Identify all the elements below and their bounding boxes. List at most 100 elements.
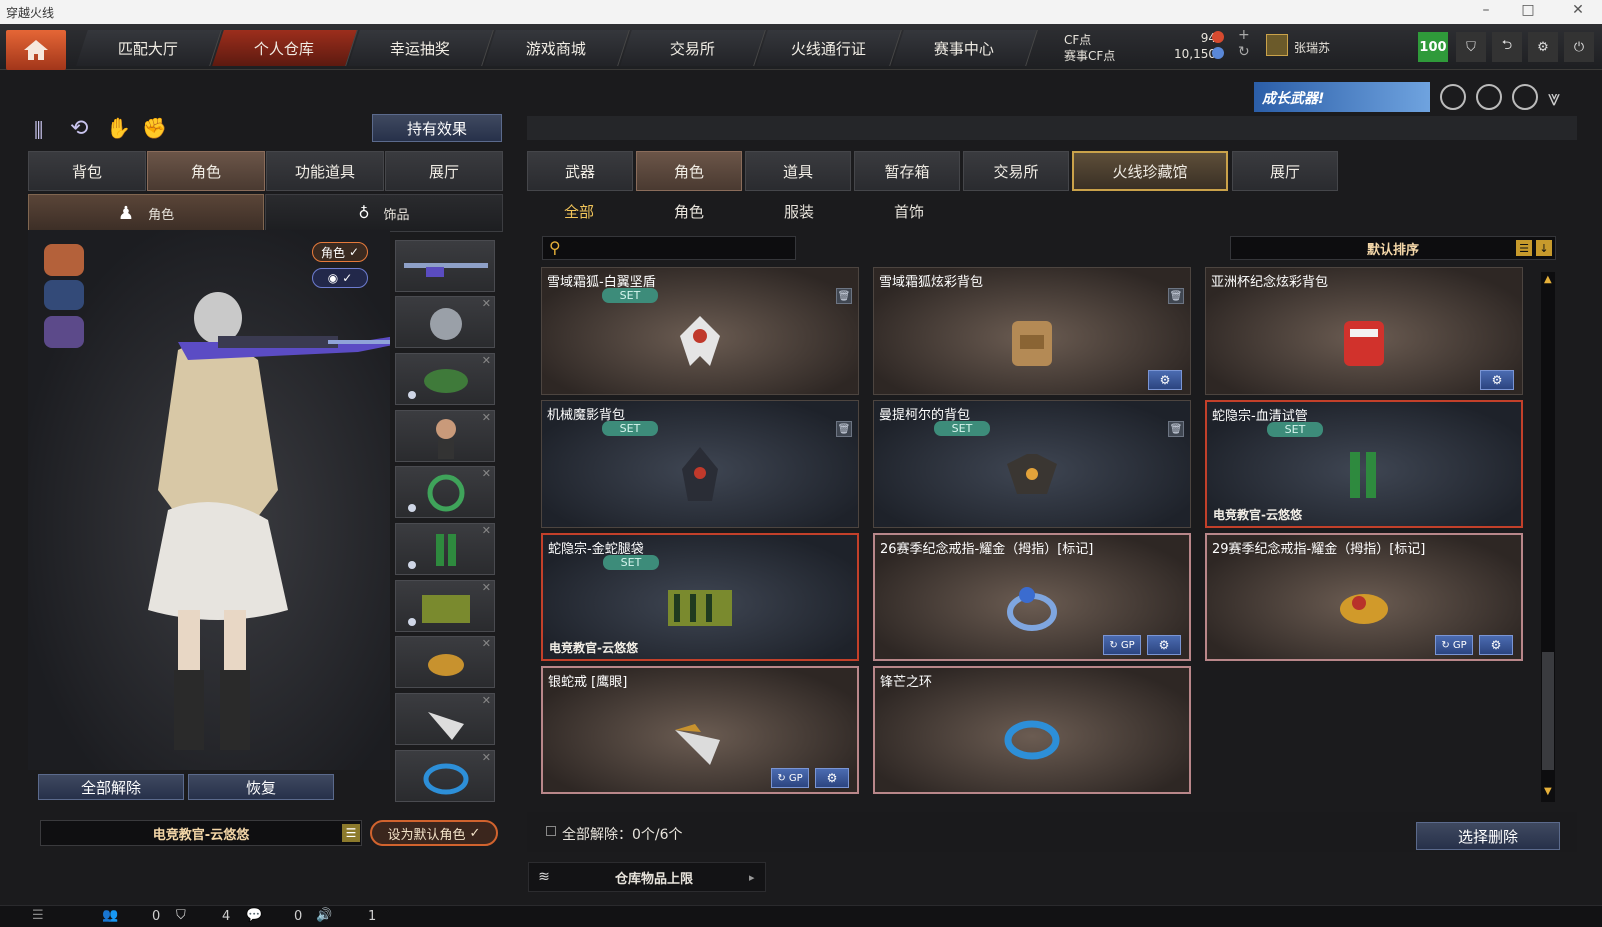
slot-emblem[interactable]: ✕ bbox=[395, 466, 495, 518]
select-delete-button[interactable]: 选择删除 bbox=[1416, 822, 1560, 850]
left-tab-backpack[interactable]: 背包 bbox=[28, 151, 146, 191]
item-card[interactable]: 雪域霜狐-白翼坚盾 SET 🗑 bbox=[541, 267, 859, 395]
settings-gear-icon[interactable]: ⚙ bbox=[1528, 32, 1558, 62]
gp-refresh-icon[interactable]: ↻ GP bbox=[1435, 635, 1473, 655]
nav-tab-event-center[interactable]: 赛事中心 bbox=[892, 30, 1038, 66]
scroll-thumb[interactable] bbox=[1542, 652, 1554, 770]
add-cf-icon[interactable]: + bbox=[1238, 27, 1250, 43]
release-all-checkbox[interactable] bbox=[546, 826, 556, 836]
item-card[interactable]: 蛇隐宗-血清试管 SET 电竞教官-云悠悠 bbox=[1205, 400, 1523, 528]
gp-refresh-icon[interactable]: ↻ GP bbox=[1103, 635, 1141, 655]
badge-icon-2[interactable] bbox=[1476, 84, 1502, 110]
scroll-down-icon[interactable]: ▼ bbox=[1544, 786, 1552, 797]
release-all-button[interactable]: 全部解除 bbox=[38, 774, 184, 800]
right-tab-exchange[interactable]: 交易所 bbox=[963, 151, 1069, 191]
gp-refresh-icon[interactable]: ↻ GP bbox=[771, 768, 809, 788]
glove-icon[interactable]: ✊ bbox=[142, 116, 167, 140]
rotate-icon[interactable]: ⟲ bbox=[70, 116, 88, 141]
item-card[interactable]: 曼提柯尔的背包 SET 🗑 bbox=[873, 400, 1191, 528]
left-tab-role[interactable]: 角色 bbox=[147, 151, 265, 191]
minimize-button[interactable]: – bbox=[1476, 2, 1496, 18]
subtab-jewelry[interactable]: 首饰 bbox=[894, 201, 924, 222]
item-card[interactable]: 亚洲杯纪念炫彩背包 ⚙ bbox=[1205, 267, 1523, 395]
stats-icon[interactable]: ⫼ bbox=[34, 118, 43, 142]
chat-icon[interactable]: 💬 bbox=[246, 908, 262, 923]
character-preview[interactable] bbox=[28, 230, 408, 770]
trash-icon[interactable]: 🗑 bbox=[1168, 288, 1184, 304]
current-role-select[interactable]: 电竞教官-云悠悠 bbox=[40, 820, 362, 846]
subtab-clothing[interactable]: 服装 bbox=[784, 201, 814, 222]
restore-button[interactable]: 恢复 bbox=[188, 774, 334, 800]
return-icon[interactable]: ⮌ bbox=[1492, 32, 1522, 62]
v-logo-icon[interactable]: ⩔ bbox=[1548, 86, 1560, 111]
speaker-icon[interactable]: 🔊 bbox=[316, 908, 332, 923]
item-card[interactable]: 锋芒之环 bbox=[873, 666, 1191, 794]
set-default-role-button[interactable]: 设为默认角色 ✓ bbox=[370, 820, 498, 846]
gear-icon[interactable]: ⚙ bbox=[1147, 635, 1181, 655]
home-button[interactable] bbox=[6, 30, 66, 70]
role-style-icon-1[interactable] bbox=[44, 244, 84, 276]
friends-icon[interactable]: 👥 bbox=[102, 908, 118, 923]
slot-mask[interactable]: ✕ bbox=[395, 353, 495, 405]
item-card[interactable]: 蛇隐宗-金蛇腿袋 SET 电竞教官-云悠悠 bbox=[541, 533, 859, 661]
subtab-all[interactable]: 全部 bbox=[564, 201, 594, 222]
badge-icon-3[interactable] bbox=[1512, 84, 1538, 110]
left-tab-function-items[interactable]: 功能道具 bbox=[266, 151, 384, 191]
item-card[interactable]: 雪域霜狐炫彩背包 🗑 ⚙ bbox=[873, 267, 1191, 395]
slot-helmet[interactable]: ✕ bbox=[395, 296, 495, 348]
maximize-button[interactable]: □ bbox=[1518, 2, 1538, 18]
nav-tab-battle-pass[interactable]: 火线通行证 bbox=[756, 30, 902, 66]
storage-limit-bar[interactable]: ≋ 仓库物品上限 ▸ bbox=[528, 862, 766, 892]
menu-icon[interactable]: ☰ bbox=[342, 824, 360, 842]
refresh-icon[interactable]: ↻ bbox=[1238, 44, 1250, 60]
trash-icon[interactable]: 🗑 bbox=[836, 288, 852, 304]
hold-effect-button[interactable]: 持有效果 bbox=[372, 114, 502, 142]
role-toggle[interactable]: 角色 ✓ bbox=[312, 242, 368, 262]
slot-weapon[interactable] bbox=[395, 240, 495, 292]
subtab-role[interactable]: ♟ 角色 bbox=[28, 194, 264, 232]
clan-shield-icon[interactable]: ⛉ bbox=[176, 908, 186, 923]
sort-dropdown[interactable]: 默认排序 bbox=[1230, 236, 1556, 260]
search-box[interactable]: ⚲ bbox=[542, 236, 796, 260]
subtab-role[interactable]: 角色 bbox=[674, 201, 704, 222]
right-tab-temp-box[interactable]: 暂存箱 bbox=[854, 151, 960, 191]
gear-icon[interactable]: ⚙ bbox=[1148, 370, 1182, 390]
scroll-up-icon[interactable]: ▲ bbox=[1544, 274, 1552, 285]
slot-vials[interactable]: ✕ bbox=[395, 523, 495, 575]
nav-tab-game-mall[interactable]: 游戏商城 bbox=[484, 30, 630, 66]
gear-icon[interactable]: ⚙ bbox=[1479, 635, 1513, 655]
list-icon[interactable]: ☰ bbox=[32, 908, 44, 923]
nav-tab-exchange[interactable]: 交易所 bbox=[620, 30, 766, 66]
slot-ring-snake[interactable]: ✕ bbox=[395, 693, 495, 745]
list-view-icon[interactable]: ☰ bbox=[1516, 240, 1532, 256]
right-tab-role[interactable]: 角色 bbox=[636, 151, 742, 191]
left-tab-showroom[interactable]: 展厅 bbox=[385, 151, 503, 191]
trash-icon[interactable]: 🗑 bbox=[836, 421, 852, 437]
slot-ring-gold[interactable]: ✕ bbox=[395, 636, 495, 688]
item-card[interactable]: 29赛季纪念戒指-耀金（拇指）[标记] ↻ GP ⚙ bbox=[1205, 533, 1523, 661]
nav-tab-lucky-draw[interactable]: 幸运抽奖 bbox=[348, 30, 494, 66]
close-button[interactable]: ✕ bbox=[1568, 2, 1588, 18]
subtab-accessory[interactable]: ♁ 饰品 bbox=[265, 194, 503, 232]
trash-icon[interactable]: 🗑 bbox=[1168, 421, 1184, 437]
item-card[interactable]: 26赛季纪念戒指-耀金（拇指）[标记] ↻ GP ⚙ bbox=[873, 533, 1191, 661]
role-style-icon-2[interactable] bbox=[44, 280, 84, 310]
nav-tab-match-lobby[interactable]: 匹配大厅 bbox=[76, 30, 222, 66]
power-icon[interactable]: ⏻ bbox=[1564, 32, 1594, 62]
nav-tab-personal-storage[interactable]: 个人仓库 bbox=[212, 30, 358, 66]
role-style-icon-3[interactable] bbox=[44, 316, 84, 348]
right-tab-showroom[interactable]: 展厅 bbox=[1232, 151, 1338, 191]
right-tab-items[interactable]: 道具 bbox=[745, 151, 851, 191]
sort-direction-icon[interactable]: ↓ bbox=[1536, 240, 1552, 256]
promo-banner[interactable]: 成长武器! bbox=[1254, 82, 1430, 112]
item-card[interactable]: 机械魔影背包 SET 🗑 bbox=[541, 400, 859, 528]
shield-icon[interactable]: ⛉ bbox=[1456, 32, 1486, 62]
right-tab-collection[interactable]: 火线珍藏馆 bbox=[1072, 151, 1228, 191]
pose-icon[interactable]: ✋ bbox=[106, 116, 131, 140]
scrollbar[interactable]: ▲ ▼ bbox=[1541, 272, 1555, 802]
item-card[interactable]: 银蛇戒 [鹰眼] ↻ GP ⚙ bbox=[541, 666, 859, 794]
gear-icon[interactable]: ⚙ bbox=[815, 768, 849, 788]
slot-character[interactable]: ✕ bbox=[395, 410, 495, 462]
gear-icon[interactable]: ⚙ bbox=[1480, 370, 1514, 390]
badge-icon-1[interactable] bbox=[1440, 84, 1466, 110]
